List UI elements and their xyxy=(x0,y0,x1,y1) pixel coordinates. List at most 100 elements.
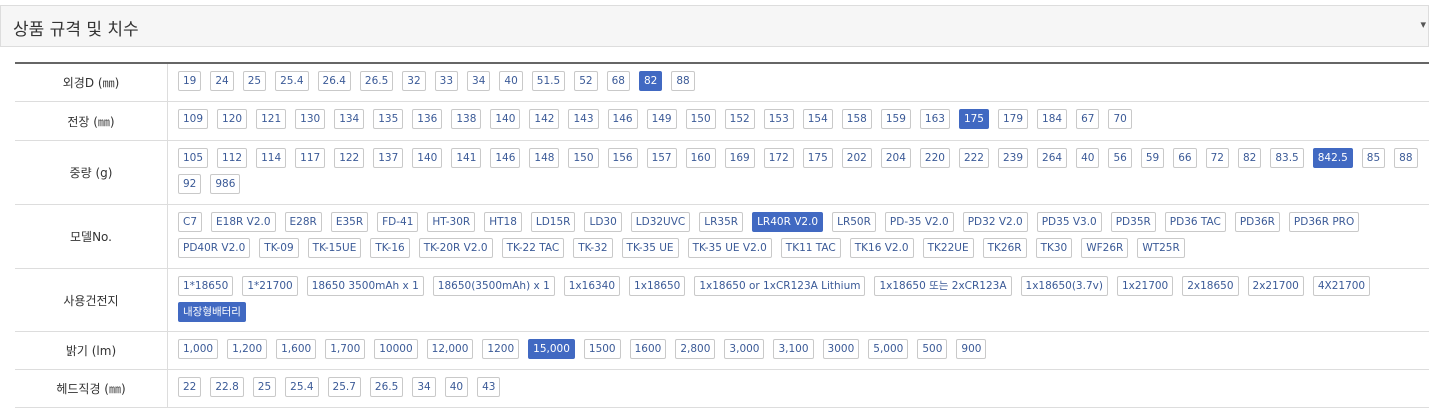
option-chip[interactable]: 1*21700 xyxy=(242,276,298,296)
option-chip[interactable]: 160 xyxy=(685,148,716,168)
option-chip[interactable]: 114 xyxy=(256,148,287,168)
option-chip[interactable]: HT18 xyxy=(484,212,522,232)
option-chip[interactable]: TK-20R V2.0 xyxy=(418,238,493,258)
option-chip[interactable]: 153 xyxy=(763,109,794,129)
option-chip[interactable]: 34 xyxy=(467,71,491,91)
option-chip[interactable]: PD40R V2.0 xyxy=(178,238,251,258)
option-chip[interactable]: 136 xyxy=(412,109,443,129)
option-chip[interactable]: PD36 TAC xyxy=(1164,212,1226,232)
option-chip[interactable]: 22.8 xyxy=(210,377,244,397)
option-chip[interactable]: 140 xyxy=(490,109,521,129)
option-chip[interactable]: 220 xyxy=(919,148,950,168)
option-chip[interactable]: 82 xyxy=(638,71,663,91)
option-chip[interactable]: 138 xyxy=(451,109,482,129)
option-chip[interactable]: 43 xyxy=(477,377,501,397)
option-chip[interactable]: 40 xyxy=(444,377,469,397)
option-chip[interactable]: 1,000 xyxy=(178,339,219,359)
option-chip[interactable]: 149 xyxy=(646,109,677,129)
option-chip[interactable]: 92 xyxy=(178,174,202,194)
option-chip[interactable]: 137 xyxy=(373,148,404,168)
option-chip[interactable]: 5,000 xyxy=(868,339,909,359)
option-chip[interactable]: 122 xyxy=(334,148,365,168)
option-chip[interactable]: TK26R xyxy=(982,238,1027,258)
option-chip[interactable]: 내장형배터리 xyxy=(178,302,246,322)
option-chip[interactable]: TK11 TAC xyxy=(780,238,841,258)
option-chip[interactable]: TK-32 xyxy=(573,238,613,258)
option-chip[interactable]: 134 xyxy=(334,109,365,129)
option-chip[interactable]: 15,000 xyxy=(528,339,575,359)
option-chip[interactable]: 105 xyxy=(178,148,209,168)
option-chip[interactable]: 25.7 xyxy=(327,377,361,397)
option-chip[interactable]: 1*18650 xyxy=(178,276,234,296)
option-chip[interactable]: 2,800 xyxy=(675,339,716,359)
option-chip[interactable]: PD36R PRO xyxy=(1288,212,1360,232)
option-chip[interactable]: 146 xyxy=(490,148,521,168)
chevron-down-icon[interactable]: ▾ xyxy=(1420,18,1426,31)
option-chip[interactable]: 1x18650 또는 2xCR123A xyxy=(874,276,1012,296)
option-chip[interactable]: 26.5 xyxy=(359,71,394,91)
option-chip[interactable]: TK-15UE xyxy=(307,238,362,258)
option-chip[interactable]: 154 xyxy=(802,109,833,129)
option-chip[interactable]: E18R V2.0 xyxy=(211,212,276,232)
option-chip[interactable]: 83.5 xyxy=(1270,148,1304,168)
option-chip[interactable]: PD35R xyxy=(1110,212,1156,232)
option-chip[interactable]: 1,200 xyxy=(227,339,268,359)
option-chip[interactable]: E28R xyxy=(284,212,322,232)
option-chip[interactable]: PD-35 V2.0 xyxy=(884,212,954,232)
option-chip[interactable]: 3,100 xyxy=(773,339,814,359)
option-chip[interactable]: 900 xyxy=(956,339,987,359)
option-chip[interactable]: LD15R xyxy=(530,212,576,232)
option-chip[interactable]: 112 xyxy=(217,148,248,168)
option-chip[interactable]: 26.4 xyxy=(317,71,351,91)
option-chip[interactable]: TK-22 TAC xyxy=(501,238,565,258)
option-chip[interactable]: E35R xyxy=(330,212,369,232)
option-chip[interactable]: 25.4 xyxy=(285,377,319,397)
option-chip[interactable]: LD30 xyxy=(584,212,622,232)
option-chip[interactable]: 66 xyxy=(1173,148,1197,168)
option-chip[interactable]: 204 xyxy=(880,148,911,168)
option-chip[interactable]: 2x18650 xyxy=(1182,276,1239,296)
option-chip[interactable]: 1x18650 or 1xCR123A Lithium xyxy=(694,276,866,296)
option-chip[interactable]: WT25R xyxy=(1137,238,1185,258)
option-chip[interactable]: 842.5 xyxy=(1312,148,1353,168)
option-chip[interactable]: 34 xyxy=(412,377,436,397)
option-chip[interactable]: 500 xyxy=(917,339,948,359)
option-chip[interactable]: 25.4 xyxy=(275,71,309,91)
option-chip[interactable]: 159 xyxy=(880,109,911,129)
option-chip[interactable]: TK-09 xyxy=(259,238,299,258)
option-chip[interactable]: PD32 V2.0 xyxy=(962,212,1028,232)
option-chip[interactable]: 18650(3500mAh) x 1 xyxy=(432,276,555,296)
option-chip[interactable]: 239 xyxy=(997,148,1029,168)
option-chip[interactable]: 70 xyxy=(1108,109,1132,129)
option-chip[interactable]: 52 xyxy=(574,71,598,91)
option-chip[interactable]: 68 xyxy=(606,71,630,91)
option-chip[interactable]: 33 xyxy=(434,71,459,91)
option-chip[interactable]: LR40R V2.0 xyxy=(752,212,824,232)
option-chip[interactable]: 12,000 xyxy=(426,339,474,359)
option-chip[interactable]: 135 xyxy=(373,109,404,129)
option-chip[interactable]: TK16 V2.0 xyxy=(849,238,914,258)
option-chip[interactable]: PD36R xyxy=(1234,212,1280,232)
option-chip[interactable]: 3,000 xyxy=(724,339,765,359)
option-chip[interactable]: 25 xyxy=(242,71,267,91)
option-chip[interactable]: C7 xyxy=(178,212,203,232)
option-chip[interactable]: TK-16 xyxy=(370,238,410,258)
option-chip[interactable]: 2x21700 xyxy=(1247,276,1304,296)
option-chip[interactable]: 202 xyxy=(841,148,872,168)
option-chip[interactable]: 88 xyxy=(671,71,695,91)
option-chip[interactable]: 1,700 xyxy=(325,339,366,359)
option-chip[interactable]: 59 xyxy=(1140,148,1165,168)
option-chip[interactable]: 10000 xyxy=(374,339,418,359)
option-chip[interactable]: TK-35 UE V2.0 xyxy=(687,238,772,258)
option-chip[interactable]: 88 xyxy=(1394,148,1418,168)
option-chip[interactable]: 169 xyxy=(724,148,755,168)
option-chip[interactable]: 264 xyxy=(1037,148,1068,168)
option-chip[interactable]: LR50R xyxy=(832,212,876,232)
option-chip[interactable]: HT-30R xyxy=(427,212,476,232)
option-chip[interactable]: 143 xyxy=(568,109,599,129)
option-chip[interactable]: 56 xyxy=(1108,148,1132,168)
option-chip[interactable]: PD35 V3.0 xyxy=(1036,212,1102,232)
option-chip[interactable]: 148 xyxy=(529,148,560,168)
option-chip[interactable]: 3000 xyxy=(822,339,860,359)
option-chip[interactable]: 1x18650(3.7v) xyxy=(1020,276,1108,296)
